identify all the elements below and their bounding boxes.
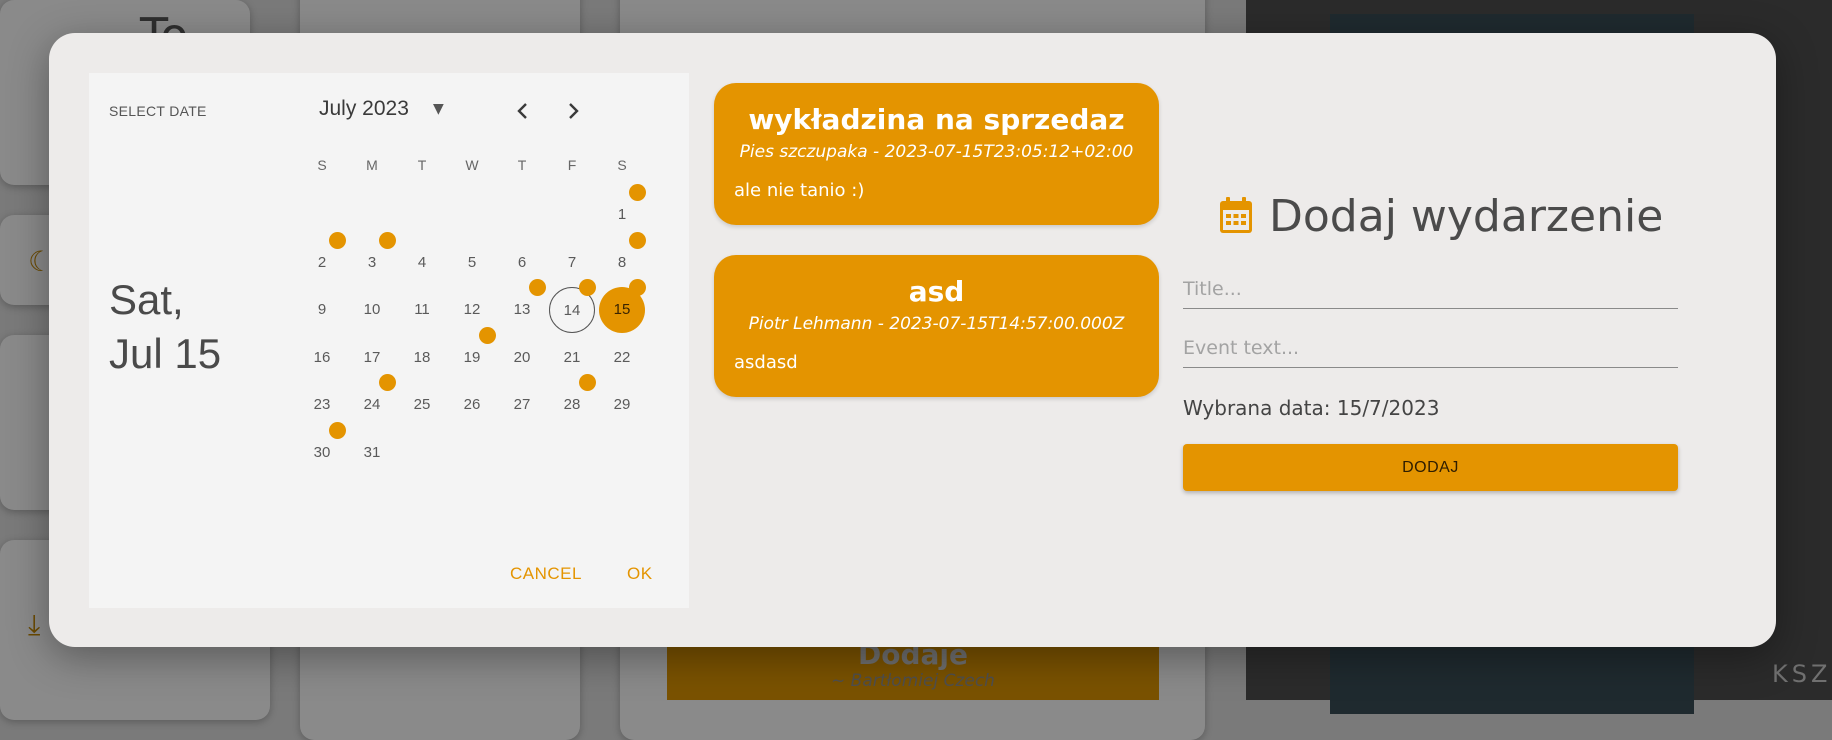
event-indicator-dot bbox=[479, 326, 496, 344]
title-input[interactable] bbox=[1183, 270, 1678, 309]
calendar-day[interactable]: 26 bbox=[449, 382, 495, 428]
weekday-label: S bbox=[317, 157, 327, 173]
calendar-day[interactable]: 9 bbox=[299, 287, 345, 333]
event-body: ale nie tanio :) bbox=[734, 180, 865, 201]
selected-date-day: Jul 15 bbox=[109, 330, 222, 377]
event-title: asd bbox=[908, 275, 965, 308]
calendar-day[interactable]: 25 bbox=[399, 382, 445, 428]
event-title: wykładzina na sprzedaz bbox=[748, 103, 1125, 136]
weekday-label: S bbox=[617, 157, 627, 173]
calendar-day[interactable]: 10 bbox=[349, 287, 395, 333]
cancel-button[interactable]: CANCEL bbox=[510, 564, 582, 584]
weekday-label: W bbox=[465, 157, 479, 173]
bg-event-card: Dodaje ~ Bartłomiej Czech bbox=[667, 638, 1159, 700]
caret-down-icon[interactable]: ▼ bbox=[433, 101, 444, 117]
event-indicator-dot bbox=[579, 374, 596, 391]
select-date-label: SELECT DATE bbox=[109, 103, 207, 119]
event-indicator-dot bbox=[529, 279, 546, 296]
next-month-button[interactable] bbox=[557, 95, 589, 127]
weekday-label: F bbox=[567, 157, 577, 173]
event-body: asdasd bbox=[734, 352, 798, 373]
event-indicator-dot bbox=[329, 231, 346, 249]
weekday-label: M bbox=[366, 157, 378, 173]
calendar-icon bbox=[1220, 197, 1252, 233]
event-meta: Piotr Lehmann - 2023-07-15T14:57:00.000Z bbox=[748, 314, 1125, 334]
bg-event-author: ~ Bartłomiej Czech bbox=[831, 671, 995, 691]
calendar-day[interactable]: 5 bbox=[449, 240, 495, 286]
event-indicator-dot bbox=[379, 374, 396, 391]
event-indicator-dot bbox=[629, 184, 646, 201]
weekday-label: T bbox=[517, 157, 527, 173]
calendar-day[interactable]: 22 bbox=[599, 335, 645, 381]
calendar-day[interactable]: 31 bbox=[349, 430, 395, 476]
form-title: Dodaj wydarzenie bbox=[1269, 191, 1664, 242]
event-text-input[interactable] bbox=[1183, 329, 1678, 368]
weekday-label: T bbox=[417, 157, 427, 173]
event-indicator-dot bbox=[329, 421, 346, 439]
calendar-day[interactable]: 29 bbox=[599, 382, 645, 428]
event-meta: Pies szczupaka - 2023-07-15T23:05:12+02:… bbox=[739, 142, 1134, 162]
event-card[interactable]: wykładzina na sprzedaz Pies szczupaka - … bbox=[714, 83, 1159, 225]
add-event-modal: SELECT DATE Sat, Jul 15 July 2023 ▼ S M T W… bbox=[49, 33, 1776, 647]
selected-date-text: Wybrana data: 15/7/2023 bbox=[1183, 396, 1440, 420]
calendar-day[interactable]: 27 bbox=[499, 382, 545, 428]
calendar-day[interactable]: 18 bbox=[399, 335, 445, 381]
calendar-day[interactable]: 16 bbox=[299, 335, 345, 381]
previous-month-button[interactable] bbox=[507, 95, 539, 127]
calendar-day[interactable]: 20 bbox=[499, 335, 545, 381]
event-indicator-dot bbox=[629, 231, 646, 249]
month-year-label[interactable]: July 2023 bbox=[319, 97, 409, 121]
date-picker: SELECT DATE Sat, Jul 15 July 2023 ▼ S M T W… bbox=[89, 73, 689, 608]
selected-date-display: Sat, Jul 15 bbox=[109, 273, 269, 381]
ok-button[interactable]: OK bbox=[627, 564, 653, 584]
chevron-right-icon bbox=[569, 103, 579, 119]
calendar-day[interactable]: 4 bbox=[399, 240, 445, 286]
selected-date-weekday: Sat, bbox=[109, 276, 184, 323]
event-indicator-dot bbox=[629, 279, 646, 296]
calendar-day[interactable]: 11 bbox=[399, 287, 445, 333]
download-icon: ⤓ bbox=[28, 608, 41, 641]
add-button[interactable]: DODAJ bbox=[1183, 444, 1678, 491]
event-card[interactable]: asd Piotr Lehmann - 2023-07-15T14:57:00.… bbox=[714, 255, 1159, 397]
event-indicator-dot bbox=[379, 231, 396, 249]
bg-watermark: KSZ bbox=[1772, 660, 1832, 688]
event-indicator-dot bbox=[579, 279, 596, 296]
chevron-left-icon bbox=[517, 103, 527, 119]
